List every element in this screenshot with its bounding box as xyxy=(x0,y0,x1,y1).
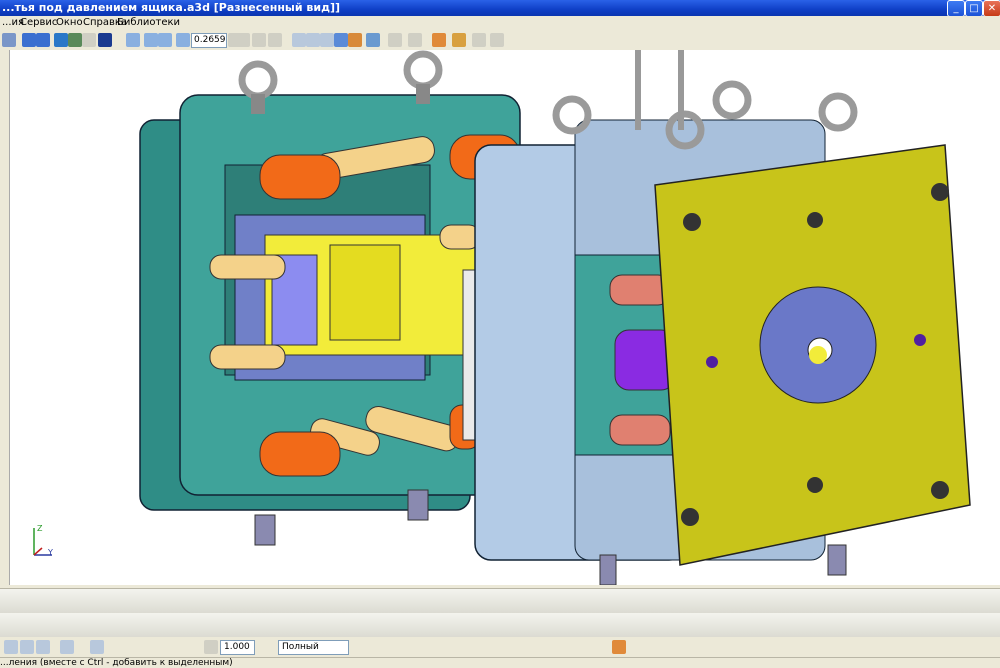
mold-assembly-image xyxy=(139,50,971,585)
ortho-icon[interactable] xyxy=(36,640,50,654)
filter-icon[interactable] xyxy=(408,33,422,47)
menu-bar: ...ия Сервис Окно Справка Библиотеки xyxy=(0,16,1000,30)
properties-icon[interactable] xyxy=(68,33,82,47)
grid-snap-icon[interactable] xyxy=(20,640,34,654)
fx-icon[interactable] xyxy=(82,33,96,47)
window-title: ...тья под давлением ящика.a3d [Разнесен… xyxy=(2,1,341,14)
explode-icon[interactable] xyxy=(432,33,446,47)
zoom-input[interactable]: 0.2659 xyxy=(191,33,227,48)
library-icon[interactable] xyxy=(452,33,466,47)
zoom-in-icon[interactable] xyxy=(126,33,140,47)
scale-input[interactable]: 1.000 xyxy=(220,640,255,655)
shaded-icon[interactable] xyxy=(334,33,348,47)
rotate-icon[interactable] xyxy=(252,33,266,47)
cursor-icon[interactable] xyxy=(204,640,218,654)
wireframe-icon[interactable] xyxy=(292,33,306,47)
close-button[interactable]: ✕ xyxy=(983,0,1000,17)
horizontal-panel-2[interactable] xyxy=(0,613,1000,638)
pan-icon[interactable] xyxy=(236,33,250,47)
shaded-edges-icon[interactable] xyxy=(348,33,362,47)
y-axis-label: Y xyxy=(48,548,53,557)
bottom-area: 1.000 Полный ...ления (вместе с Ctrl - д… xyxy=(0,585,1000,668)
print-icon[interactable] xyxy=(90,640,104,654)
report-icon[interactable] xyxy=(472,33,486,47)
apply-icon[interactable] xyxy=(612,640,626,654)
hidden-lines-icon[interactable] xyxy=(306,33,320,47)
front-plate xyxy=(654,144,971,566)
grid-icon[interactable] xyxy=(2,33,16,47)
snap-icon[interactable] xyxy=(4,640,18,654)
menu-item-window[interactable]: Окно xyxy=(56,17,83,28)
z-axis-label: Z xyxy=(37,524,43,533)
measure-icon[interactable] xyxy=(60,640,74,654)
yellow-part xyxy=(264,234,481,356)
zoom-icon[interactable] xyxy=(176,33,190,47)
minimize-button[interactable]: _ xyxy=(947,0,965,17)
menu-item-service[interactable]: Сервис xyxy=(20,17,57,28)
bottom-toolbar: 1.000 Полный xyxy=(0,637,1000,657)
thin-lines-icon[interactable] xyxy=(320,33,334,47)
undo-icon[interactable] xyxy=(22,33,36,47)
redo-icon[interactable] xyxy=(36,33,50,47)
menu-item-libraries[interactable]: Библиотеки xyxy=(117,17,180,28)
help-pointer-icon[interactable] xyxy=(98,33,112,47)
zoom-out-icon[interactable] xyxy=(158,33,172,47)
model-tree-icon[interactable] xyxy=(54,33,68,47)
perspective-icon[interactable] xyxy=(366,33,380,47)
orient-icon[interactable] xyxy=(268,33,282,47)
title-bar: ...тья под давлением ящика.a3d [Разнесен… xyxy=(0,0,1000,17)
zoom-window-icon[interactable] xyxy=(144,33,158,47)
status-bar: ...ления (вместе с Ctrl - добавить к выд… xyxy=(0,657,1000,668)
horizontal-panel-1[interactable] xyxy=(0,588,1000,614)
line-style-select[interactable]: Полный xyxy=(278,640,349,655)
axis-triad-icon xyxy=(33,528,52,556)
spec-icon[interactable] xyxy=(490,33,504,47)
select-arrow-icon[interactable] xyxy=(388,33,402,47)
main-toolbar: 0.2659 xyxy=(0,30,1000,51)
model-viewport[interactable]: Z Y xyxy=(10,50,1000,585)
maximize-button[interactable]: □ xyxy=(965,0,983,17)
side-panel[interactable] xyxy=(0,50,10,590)
